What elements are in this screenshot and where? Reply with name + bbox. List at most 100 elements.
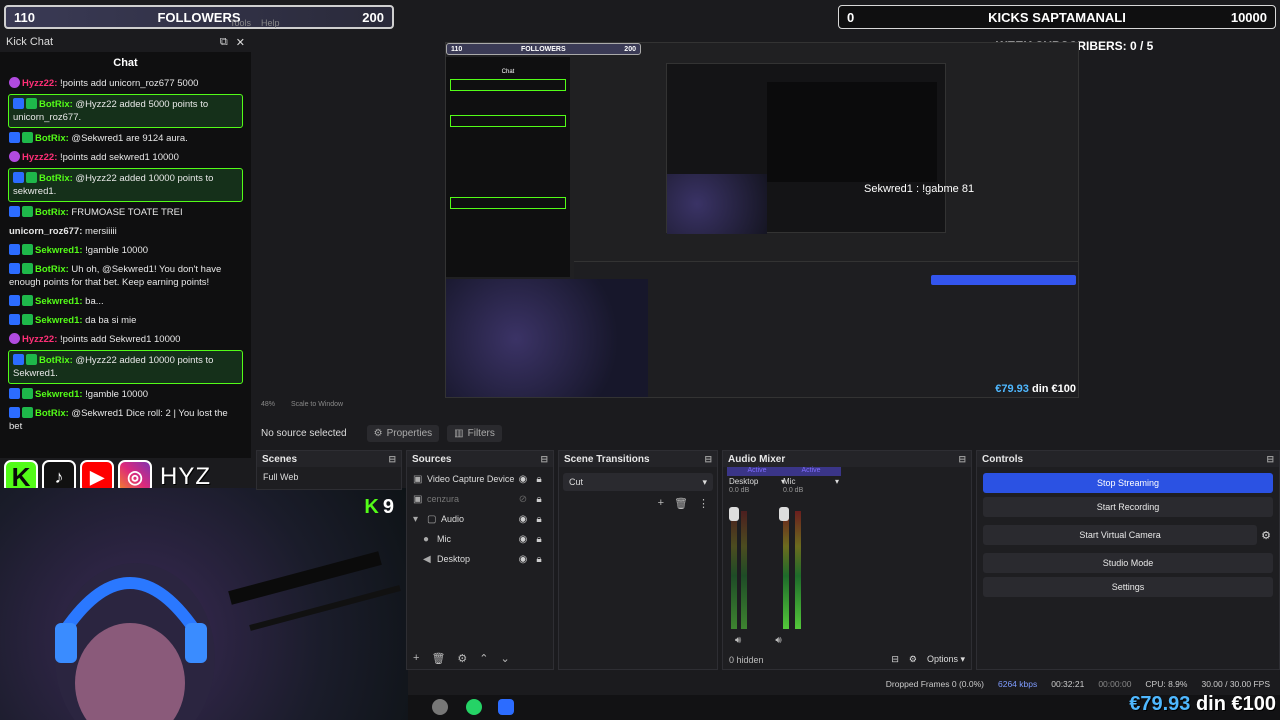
gear-icon[interactable]: ⚙ bbox=[457, 652, 467, 665]
preview-nested-cam bbox=[667, 174, 767, 234]
mic-badge-icon bbox=[9, 151, 20, 162]
lock-icon[interactable]: 🔒︎ bbox=[531, 514, 547, 525]
gear-icon[interactable]: ⚙ bbox=[909, 654, 917, 665]
moderator-badge-icon bbox=[13, 354, 24, 365]
lock-icon[interactable]: 🔒︎ bbox=[531, 474, 547, 485]
folder-icon: ▢ bbox=[427, 513, 437, 525]
source-name: Mic bbox=[437, 534, 451, 544]
kick-chat-dock: Kick Chat ⧉ ✕ Chat Hyzz22: !points add u… bbox=[0, 32, 251, 458]
gear-icon[interactable]: ⚙ bbox=[1261, 529, 1271, 542]
dock-menu-icon[interactable]: ⊟ bbox=[958, 454, 966, 465]
menu-tools[interactable]: Tools bbox=[230, 18, 251, 28]
preview-nested-screen bbox=[666, 63, 946, 234]
source-item-desktop[interactable]: ◀ Desktop ◉ 🔒︎ bbox=[407, 549, 553, 569]
source-item-video-capture[interactable]: ▣ Video Capture Device ◉ 🔒︎ bbox=[407, 469, 553, 489]
chat-username[interactable]: Sekwred1: bbox=[35, 296, 83, 307]
image-icon: ▣ bbox=[413, 493, 423, 505]
settings-button[interactable]: Settings bbox=[983, 577, 1273, 597]
start-virtual-camera-button[interactable]: Start Virtual Camera bbox=[983, 525, 1258, 545]
source-item-cenzura[interactable]: ▣ cenzura ⊘ 🔒︎ bbox=[407, 489, 553, 509]
chat-username[interactable]: BotRix: bbox=[39, 173, 73, 184]
speaker-icon[interactable]: 🔊︎ bbox=[735, 635, 741, 646]
lock-icon[interactable]: 🔒︎ bbox=[531, 534, 547, 545]
chat-text: FRUMOASE TOATE TREI bbox=[68, 207, 183, 218]
filters-button[interactable]: ▥ Filters bbox=[447, 424, 502, 442]
whatsapp-icon[interactable] bbox=[466, 699, 482, 715]
source-item-mic[interactable]: ● Mic ◉ 🔒︎ bbox=[407, 529, 553, 549]
chat-username[interactable]: Hyzz22: bbox=[22, 334, 57, 345]
trash-icon[interactable]: 🗑︎ bbox=[431, 652, 445, 665]
verified-badge-icon bbox=[26, 98, 37, 109]
chat-message: BotRix: @Sekwred1 are 9124 aura. bbox=[0, 129, 251, 148]
hidden-count[interactable]: 0 hidden bbox=[729, 655, 764, 665]
active-indicator: Active bbox=[727, 467, 787, 476]
chat-username[interactable]: unicorn_roz677: bbox=[9, 226, 82, 237]
add-icon[interactable]: + bbox=[413, 652, 419, 665]
moderator-badge-icon bbox=[9, 388, 20, 399]
monitor-icon: ▣ bbox=[413, 473, 423, 485]
lock-icon[interactable]: 🔒︎ bbox=[531, 494, 547, 505]
dock-menu-icon[interactable]: ⊟ bbox=[540, 454, 548, 465]
eye-icon[interactable]: ◉ bbox=[515, 514, 531, 525]
close-icon[interactable]: ✕ bbox=[236, 36, 245, 49]
arrow-up-icon[interactable]: ⌃ bbox=[479, 652, 488, 665]
lock-icon[interactable]: 🔒︎ bbox=[531, 554, 547, 565]
chat-username[interactable]: BotRix: bbox=[35, 207, 69, 218]
transitions-title-bar: Scene Transitions ⊟ bbox=[559, 451, 717, 467]
eye-icon[interactable]: ◉ bbox=[515, 474, 531, 485]
chat-username[interactable]: BotRix: bbox=[35, 133, 69, 144]
start-recording-button[interactable]: Start Recording bbox=[983, 497, 1273, 517]
eye-hidden-icon[interactable]: ⊘ bbox=[515, 494, 531, 505]
volume-slider-desktop[interactable] bbox=[729, 507, 739, 521]
studio-mode-button[interactable]: Studio Mode bbox=[983, 553, 1273, 573]
dock-menu-icon[interactable]: ⊟ bbox=[704, 454, 712, 465]
followers-title: FOLLOWERS bbox=[157, 9, 241, 25]
scene-item[interactable]: Full Web bbox=[257, 467, 401, 487]
chat-username[interactable]: Sekwred1: bbox=[35, 315, 83, 326]
moderator-badge-icon bbox=[9, 244, 20, 255]
dock-menu-icon[interactable]: ⊟ bbox=[388, 454, 396, 465]
channel-select[interactable]: Mic ▾ bbox=[781, 476, 841, 487]
chat-username[interactable]: BotRix: bbox=[39, 355, 73, 366]
chat-tab[interactable]: Chat bbox=[0, 52, 251, 74]
app-icon[interactable] bbox=[498, 699, 514, 715]
stop-streaming-button[interactable]: Stop Streaming bbox=[983, 473, 1273, 493]
chat-message: unicorn_roz677: mersiiiii bbox=[0, 222, 251, 241]
chat-username[interactable]: Sekwred1: bbox=[35, 389, 83, 400]
add-icon[interactable]: + bbox=[658, 497, 664, 510]
scale-mode[interactable]: Scale to Window bbox=[291, 401, 343, 408]
dock-menu-icon[interactable]: ⊟ bbox=[1266, 454, 1274, 465]
transition-select[interactable]: Cut ▾ bbox=[563, 473, 713, 491]
chat-username[interactable]: Hyzz22: bbox=[22, 152, 57, 163]
channel-select[interactable]: Desktop ▾ bbox=[727, 476, 787, 487]
properties-button[interactable]: ⚙ Properties bbox=[366, 424, 440, 442]
chat-username[interactable]: BotRix: bbox=[39, 99, 73, 110]
trash-icon[interactable]: 🗑︎ bbox=[674, 497, 688, 510]
options-label: Options bbox=[926, 654, 958, 664]
volume-slider-mic[interactable] bbox=[779, 507, 789, 521]
layout-icon[interactable]: ⊟ bbox=[891, 654, 899, 665]
options-button[interactable]: Options ▾ bbox=[927, 654, 965, 665]
menu-help[interactable]: Help bbox=[261, 18, 280, 28]
chat-message: BotRix: Uh oh, @Sekwred1! You don't have… bbox=[0, 260, 251, 292]
source-toolbar: No source selected ⚙ Properties ▥ Filters bbox=[251, 420, 1280, 446]
zoom-level[interactable]: 48% bbox=[261, 401, 275, 408]
obs-app-icon[interactable] bbox=[432, 699, 448, 715]
chat-username[interactable]: Hyzz22: bbox=[22, 78, 57, 89]
more-icon[interactable]: ⋮ bbox=[698, 497, 709, 510]
chat-username[interactable]: BotRix: bbox=[35, 408, 69, 419]
chevron-down-icon[interactable]: ▾ bbox=[413, 514, 427, 525]
chat-username[interactable]: Sekwred1: bbox=[35, 245, 83, 256]
eye-icon[interactable]: ◉ bbox=[515, 534, 531, 545]
chat-message: Hyzz22: !points add Sekwred1 10000 bbox=[0, 330, 251, 349]
source-item-audio-group[interactable]: ▾ ▢ Audio ◉ 🔒︎ bbox=[407, 509, 553, 529]
preview-followers-goal: 200 bbox=[624, 45, 636, 53]
undock-icon[interactable]: ⧉ bbox=[220, 36, 228, 49]
chat-username[interactable]: BotRix: bbox=[35, 264, 69, 275]
speaker-icon[interactable]: 🔊︎ bbox=[775, 635, 781, 646]
arrow-down-icon[interactable]: ⌄ bbox=[501, 652, 510, 665]
verified-badge-icon bbox=[26, 172, 37, 183]
eye-icon[interactable]: ◉ bbox=[515, 554, 531, 565]
mixer-channel-desktop: Active Desktop ▾ 0.0 dB bbox=[727, 467, 787, 494]
obs-preview[interactable]: 110 FOLLOWERS 200 Chat Sekwred1 : !gabme… bbox=[445, 42, 1079, 398]
